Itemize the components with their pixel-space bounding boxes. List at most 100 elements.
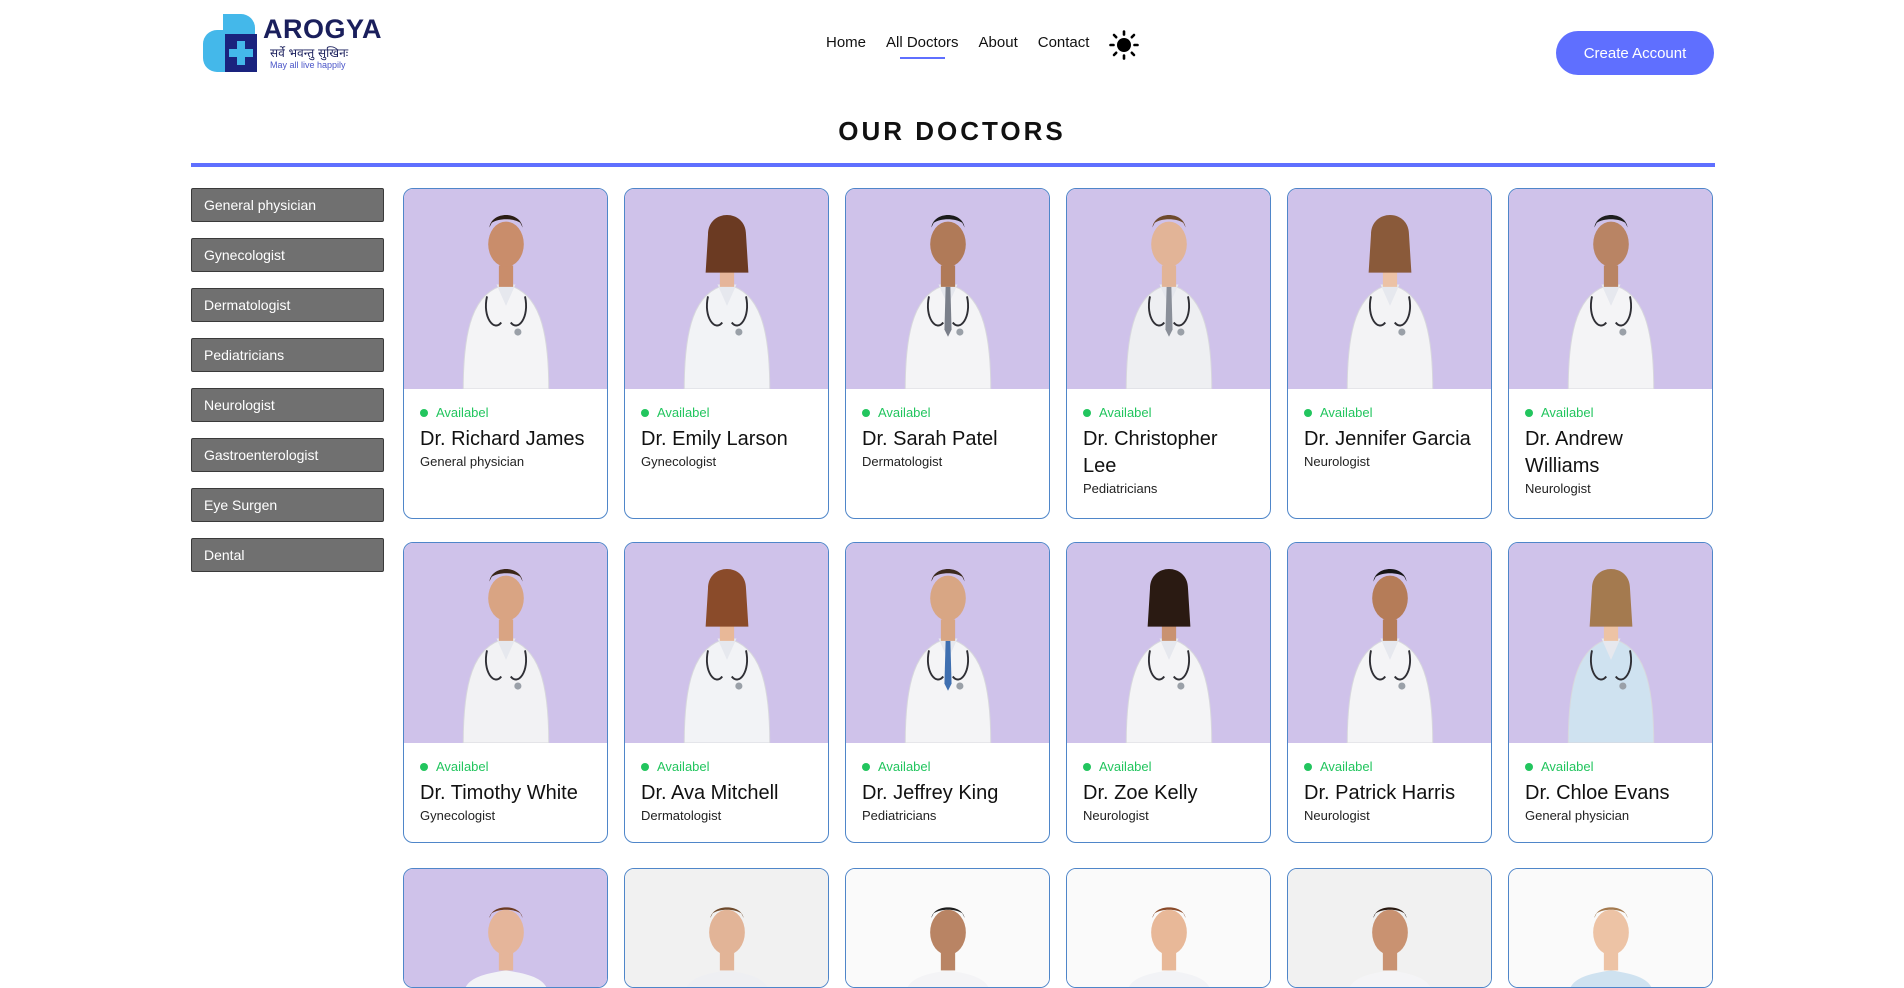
status-dot-icon xyxy=(641,762,649,771)
doctor-speciality: Dermatologist xyxy=(641,808,722,823)
availability-status: Availabel xyxy=(1083,405,1254,420)
nav-home[interactable]: Home xyxy=(826,34,866,57)
logo[interactable]: AROGYA सर्वे भवन्तु सुखिनः May all live … xyxy=(203,12,383,74)
availability-status: Availabel xyxy=(1083,759,1254,774)
doctor-speciality: Dermatologist xyxy=(862,454,943,469)
doctor-photo xyxy=(683,215,770,389)
page-title: OUR DOCTORS xyxy=(838,116,1066,146)
main-nav: Home All Doctors About Contact xyxy=(826,30,1140,64)
nav-all-doctors[interactable]: All Doctors xyxy=(886,34,959,59)
filter-general-physician[interactable]: General physician xyxy=(191,188,384,222)
brand-sanskrit: सर्वे भवन्तु सुखिनः xyxy=(270,46,349,60)
availability-label: Availabel xyxy=(657,759,710,774)
doctor-card-partial[interactable] xyxy=(403,868,608,988)
doctor-speciality: Neurologist xyxy=(1525,481,1591,496)
status-dot-icon xyxy=(1304,762,1312,771)
doctor-card[interactable]: Availabel Dr. Emily Larson Gynecologist xyxy=(624,188,829,519)
status-dot-icon xyxy=(1083,762,1091,771)
availability-label: Availabel xyxy=(1099,759,1152,774)
doctor-photo-frame xyxy=(1509,189,1712,389)
doctor-name: Dr. Emily Larson xyxy=(641,428,788,450)
doctor-card-body: Availabel Dr. Jennifer Garcia Neurologis… xyxy=(1288,389,1491,479)
doctor-photo-frame xyxy=(625,869,828,987)
doctor-card-partial[interactable] xyxy=(845,868,1050,988)
create-account-button[interactable]: Create Account xyxy=(1556,31,1714,75)
doctor-photo xyxy=(462,215,549,389)
doctor-name: Dr. Christopher Lee xyxy=(1083,428,1218,477)
doctor-card[interactable]: Availabel Dr. Sarah Patel Dermatologist xyxy=(845,188,1050,519)
doctor-photo-frame xyxy=(404,189,607,389)
sun-icon[interactable] xyxy=(1109,30,1140,60)
doctor-photo-frame xyxy=(1067,189,1270,389)
doctor-photo xyxy=(683,569,770,743)
doctor-card-body: Availabel Dr. Ava Mitchell Dermatologist xyxy=(625,743,828,833)
doctor-card-body: Availabel Dr. Andrew Williams Neurologis… xyxy=(1509,389,1712,506)
availability-label: Availabel xyxy=(1541,759,1594,774)
doctor-card[interactable]: Availabel Dr. Andrew Williams Neurologis… xyxy=(1508,188,1713,519)
filter-eye-surgen[interactable]: Eye Surgen xyxy=(191,488,384,522)
filter-dental[interactable]: Dental xyxy=(191,538,384,572)
doctor-name: Dr. Sarah Patel xyxy=(862,428,998,450)
doctor-photo-frame xyxy=(1288,189,1491,389)
doctor-photo-frame xyxy=(1509,869,1712,987)
filter-gastroenterologist[interactable]: Gastroenterologist xyxy=(191,438,384,472)
header: AROGYA सर्वे भवन्तु सुखिनः May all live … xyxy=(0,0,1904,100)
doctor-photo xyxy=(465,907,546,987)
doctor-photo-frame xyxy=(846,869,1049,987)
doctor-speciality: Neurologist xyxy=(1304,808,1370,823)
availability-status: Availabel xyxy=(641,405,812,420)
availability-status: Availabel xyxy=(862,405,1033,420)
availability-label: Availabel xyxy=(1320,759,1373,774)
availability-status: Availabel xyxy=(862,759,1033,774)
availability-label: Availabel xyxy=(1320,405,1373,420)
filter-neurologist[interactable]: Neurologist xyxy=(191,388,384,422)
doctor-speciality: Neurologist xyxy=(1083,808,1149,823)
availability-label: Availabel xyxy=(657,405,710,420)
doctor-card[interactable]: Availabel Dr. Chloe Evans General physic… xyxy=(1508,542,1713,843)
availability-label: Availabel xyxy=(436,759,489,774)
status-dot-icon xyxy=(1525,762,1533,771)
doctor-speciality: General physician xyxy=(420,454,525,469)
doctor-card[interactable]: Availabel Dr. Timothy White Gynecologist xyxy=(403,542,608,843)
filter-pediatricians[interactable]: Pediatricians xyxy=(191,338,384,372)
doctor-speciality: Neurologist xyxy=(1304,454,1370,469)
doctor-photo-frame xyxy=(1067,543,1270,743)
doctor-card[interactable]: Availabel Dr. Ava Mitchell Dermatologist xyxy=(624,542,829,843)
doctor-name: Dr. Patrick Harris xyxy=(1304,782,1456,804)
doctor-card-partial[interactable] xyxy=(624,868,829,988)
filter-gynecologist[interactable]: Gynecologist xyxy=(191,238,384,272)
doctor-photo xyxy=(1346,215,1433,389)
doctor-photo-frame xyxy=(1288,869,1491,987)
doctor-photo xyxy=(1570,907,1651,987)
doctor-name: Dr. Jeffrey King xyxy=(862,782,999,804)
doctor-photo xyxy=(462,569,549,743)
doctor-name: Dr. Timothy White xyxy=(420,782,578,804)
doctor-photo xyxy=(1567,215,1654,389)
doctor-card-body: Availabel Dr. Sarah Patel Dermatologist xyxy=(846,389,1049,479)
doctor-speciality: Gynecologist xyxy=(420,808,496,823)
nav-contact[interactable]: Contact xyxy=(1038,34,1090,57)
availability-status: Availabel xyxy=(1525,759,1696,774)
doctor-card[interactable]: Availabel Dr. Jennifer Garcia Neurologis… xyxy=(1287,188,1492,519)
doctor-photo-frame xyxy=(404,543,607,743)
doctor-card[interactable]: Availabel Dr. Zoe Kelly Neurologist xyxy=(1066,542,1271,843)
doctor-card-partial[interactable] xyxy=(1066,868,1271,988)
status-dot-icon xyxy=(862,762,870,771)
logo-cross-icon xyxy=(203,14,257,72)
doctor-card-partial[interactable] xyxy=(1287,868,1492,988)
status-dot-icon xyxy=(420,762,428,771)
doctor-name: Dr. Andrew Williams xyxy=(1525,428,1623,477)
doctor-speciality: Gynecologist xyxy=(641,454,717,469)
doctor-card-partial[interactable] xyxy=(1508,868,1713,988)
doctor-card[interactable]: Availabel Dr. Patrick Harris Neurologist xyxy=(1287,542,1492,843)
doctor-card[interactable]: Availabel Dr. Christopher Lee Pediatrici… xyxy=(1066,188,1271,519)
nav-about[interactable]: About xyxy=(979,34,1018,57)
doctor-name: Dr. Ava Mitchell xyxy=(641,782,779,804)
doctor-card-body: Availabel Dr. Timothy White Gynecologist xyxy=(404,743,607,833)
title-divider xyxy=(191,163,1715,167)
filter-dermatologist[interactable]: Dermatologist xyxy=(191,288,384,322)
doctor-card[interactable]: Availabel Dr. Jeffrey King Pediatricians xyxy=(845,542,1050,843)
doctor-photo-frame xyxy=(625,189,828,389)
doctor-card[interactable]: Availabel Dr. Richard James General phys… xyxy=(403,188,608,519)
doctor-photo xyxy=(686,907,767,987)
